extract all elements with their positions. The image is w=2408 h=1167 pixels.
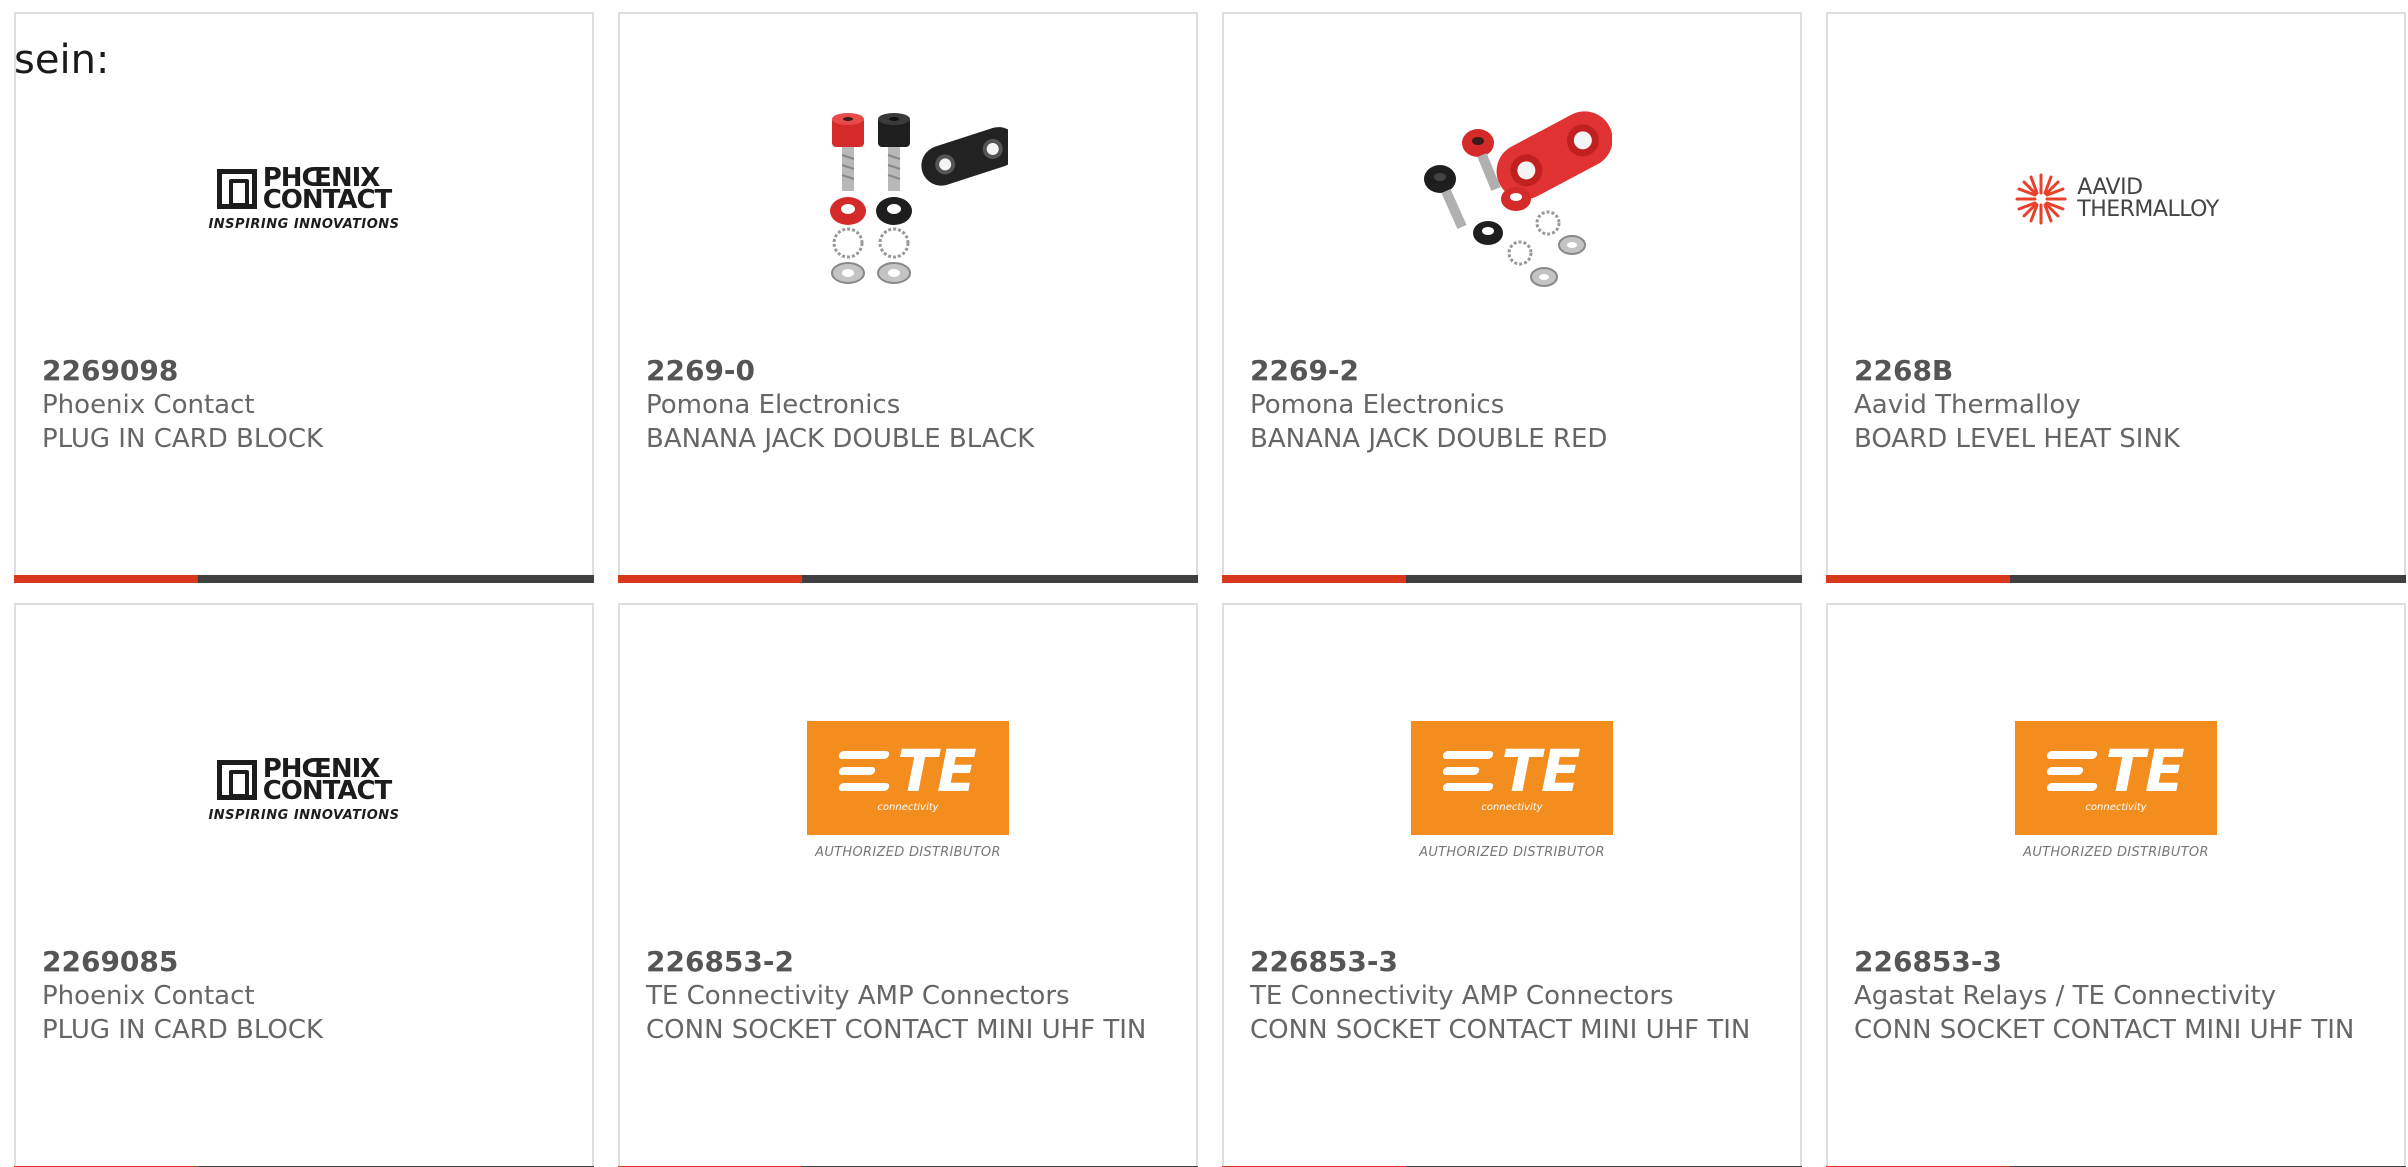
card-bottom-bar (14, 575, 594, 583)
product-image: TE connectivity AUTHORIZED DISTRIBUTOR (620, 665, 1196, 915)
part-number[interactable]: 2269-2 (1250, 354, 1780, 388)
te-connectivity-logo: TE connectivity AUTHORIZED DISTRIBUTOR (807, 720, 1009, 860)
logo-brand: TE (1501, 737, 1581, 805)
logo-sub: connectivity (877, 802, 939, 813)
manufacturer: Pomona Electronics (1250, 390, 1505, 420)
logo-tagline: AUTHORIZED DISTRIBUTOR (2023, 844, 2209, 860)
aavid-burst-icon (2015, 173, 2067, 225)
card-accent-bar (14, 575, 198, 583)
te-lines-icon (1442, 747, 1495, 795)
product-card[interactable]: 2269-0 Pomona Electronics BANANA JACK DO… (618, 12, 1198, 583)
manufacturer: Phoenix Contact (42, 390, 255, 420)
manufacturer: TE Connectivity AMP Connectors (1250, 981, 1674, 1011)
te-lines-icon (2046, 747, 2099, 795)
part-number[interactable]: 226853-2 (646, 945, 1176, 979)
logo-line2: CONTACT (262, 775, 393, 806)
description: BANANA JACK DOUBLE BLACK (646, 424, 1035, 454)
description: BANANA JACK DOUBLE RED (1250, 424, 1608, 454)
part-number[interactable]: 2269085 (42, 945, 572, 979)
product-card[interactable]: TE connectivity AUTHORIZED DISTRIBUTOR 2… (618, 603, 1198, 1167)
card-accent-bar (1222, 575, 1406, 583)
product-image: TE connectivity AUTHORIZED DISTRIBUTOR (1828, 665, 2404, 915)
description: CONN SOCKET CONTACT MINI UHF TIN (1854, 1015, 2355, 1045)
te-connectivity-logo: TE connectivity AUTHORIZED DISTRIBUTOR (2015, 720, 2217, 860)
card-bottom-bar (1222, 575, 1802, 583)
logo-tagline: AUTHORIZED DISTRIBUTOR (1419, 844, 1605, 860)
card-bottom-bar (618, 575, 1198, 583)
manufacturer: Aavid Thermalloy (1854, 390, 2081, 420)
description: CONN SOCKET CONTACT MINI UHF TIN (646, 1015, 1147, 1045)
product-card[interactable]: PHŒNIX CONTACT INSPIRING INNOVATIONS 226… (14, 12, 594, 583)
product-card[interactable]: AAVID THERMALLOY 2268B Aavid Thermalloy … (1826, 12, 2406, 583)
logo-line1: AAVID (2077, 175, 2143, 200)
te-connectivity-logo: TE connectivity AUTHORIZED DISTRIBUTOR (1411, 720, 1613, 860)
logo-tagline: INSPIRING INNOVATIONS (208, 216, 400, 232)
manufacturer: Agastat Relays / TE Connectivity (1854, 981, 2277, 1011)
logo-tagline: AUTHORIZED DISTRIBUTOR (815, 844, 1001, 860)
card-accent-bar (1826, 575, 2010, 583)
manufacturer: TE Connectivity AMP Connectors (646, 981, 1070, 1011)
logo-sub: connectivity (2085, 802, 2147, 813)
te-lines-icon (838, 747, 891, 795)
description: CONN SOCKET CONTACT MINI UHF TIN (1250, 1015, 1751, 1045)
product-grid: PHŒNIX CONTACT INSPIRING INNOVATIONS 226… (14, 12, 2406, 1167)
banana-jack-red-photo (1424, 111, 1612, 287)
logo-line2: THERMALLOY (2077, 197, 2219, 222)
part-number[interactable]: 2268B (1854, 354, 2384, 388)
part-number[interactable]: 2269098 (42, 354, 572, 388)
product-card[interactable]: TE connectivity AUTHORIZED DISTRIBUTOR 2… (1222, 603, 1802, 1167)
product-card[interactable]: PHŒNIX CONTACT INSPIRING INNOVATIONS 226… (14, 603, 594, 1167)
description: PLUG IN CARD BLOCK (42, 424, 324, 454)
logo-brand: TE (2105, 737, 2185, 805)
product-image: PHŒNIX CONTACT INSPIRING INNOVATIONS (16, 665, 592, 915)
logo-sub: connectivity (1481, 802, 1543, 813)
logo-line2: CONTACT (262, 184, 393, 215)
phoenix-contact-logo: PHŒNIX CONTACT INSPIRING INNOVATIONS (208, 756, 400, 823)
manufacturer: Pomona Electronics (646, 390, 901, 420)
intro-text: sein: (14, 37, 110, 83)
logo-tagline: INSPIRING INNOVATIONS (208, 807, 400, 823)
product-image: PHŒNIX CONTACT INSPIRING INNOVATIONS (16, 74, 592, 324)
part-number[interactable]: 226853-3 (1854, 945, 2384, 979)
card-accent-bar (618, 575, 802, 583)
product-image (1224, 74, 1800, 324)
description: BOARD LEVEL HEAT SINK (1854, 424, 2180, 454)
phoenix-contact-logo: PHŒNIX CONTACT INSPIRING INNOVATIONS (208, 165, 400, 232)
product-image (620, 74, 1196, 324)
card-bottom-bar (1826, 575, 2406, 583)
banana-jack-black-photo (830, 113, 1008, 284)
phoenix-mark-icon (216, 759, 257, 800)
product-image: TE connectivity AUTHORIZED DISTRIBUTOR (1224, 665, 1800, 915)
logo-brand: TE (897, 737, 977, 805)
phoenix-mark-icon (216, 168, 257, 209)
product-image: AAVID THERMALLOY (1828, 74, 2404, 324)
aavid-thermalloy-logo: AAVID THERMALLOY (2013, 171, 2219, 227)
product-card[interactable]: 2269-2 Pomona Electronics BANANA JACK DO… (1222, 12, 1802, 583)
part-number[interactable]: 226853-3 (1250, 945, 1780, 979)
manufacturer: Phoenix Contact (42, 981, 255, 1011)
product-card[interactable]: TE connectivity AUTHORIZED DISTRIBUTOR 2… (1826, 603, 2406, 1167)
part-number[interactable]: 2269-0 (646, 354, 1176, 388)
description: PLUG IN CARD BLOCK (42, 1015, 324, 1045)
